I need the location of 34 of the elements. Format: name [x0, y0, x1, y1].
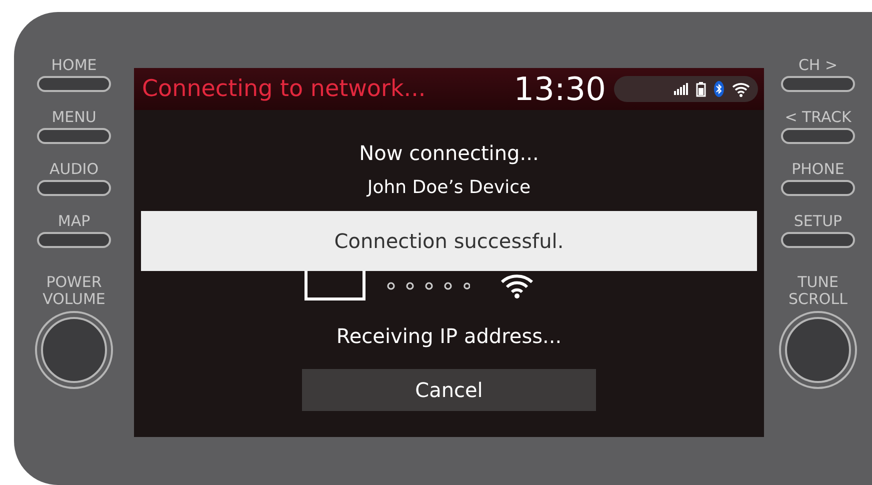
- device-name: John Doe’s Device: [367, 176, 531, 200]
- signal-icon: [674, 83, 688, 95]
- bluetooth-icon: [714, 81, 724, 97]
- button-label: PHONE: [792, 160, 844, 178]
- hardware-button[interactable]: [781, 76, 855, 92]
- screen-title: Connecting to network...: [142, 74, 426, 104]
- hardware-button[interactable]: [781, 232, 855, 248]
- wifi-icon: [732, 82, 750, 96]
- button-label: < TRACK: [784, 108, 852, 126]
- button-label: CH >: [798, 56, 838, 74]
- knob-label: POWER VOLUME: [42, 274, 106, 308]
- button-label: MAP: [58, 212, 90, 230]
- hardware-button[interactable]: [37, 76, 111, 92]
- hardware-button[interactable]: [781, 128, 855, 144]
- status-text: Now connecting...: [359, 140, 539, 167]
- tablet-icon: [304, 271, 366, 301]
- button-label: HOME: [51, 56, 97, 74]
- clock-time: 13:30: [514, 69, 606, 110]
- hardware-button[interactable]: [781, 180, 855, 196]
- notification-banner: Connection successful.: [141, 211, 757, 271]
- hardware-button[interactable]: [37, 232, 111, 248]
- rotary-knob[interactable]: [779, 311, 857, 389]
- button-label: SETUP: [794, 212, 842, 230]
- hardware-button[interactable]: [37, 128, 111, 144]
- battery-icon: [696, 82, 706, 96]
- cancel-button[interactable]: Cancel: [302, 369, 596, 411]
- knob-label: TUNE SCROLL: [788, 274, 848, 308]
- rotary-knob[interactable]: [35, 311, 113, 389]
- button-label: MENU: [52, 108, 96, 126]
- progress-dots-icon: [386, 281, 470, 291]
- progress-text: Receiving IP address...: [336, 323, 562, 350]
- button-label: AUDIO: [49, 160, 99, 178]
- hardware-button[interactable]: [37, 180, 111, 196]
- wifi-icon: [500, 273, 534, 299]
